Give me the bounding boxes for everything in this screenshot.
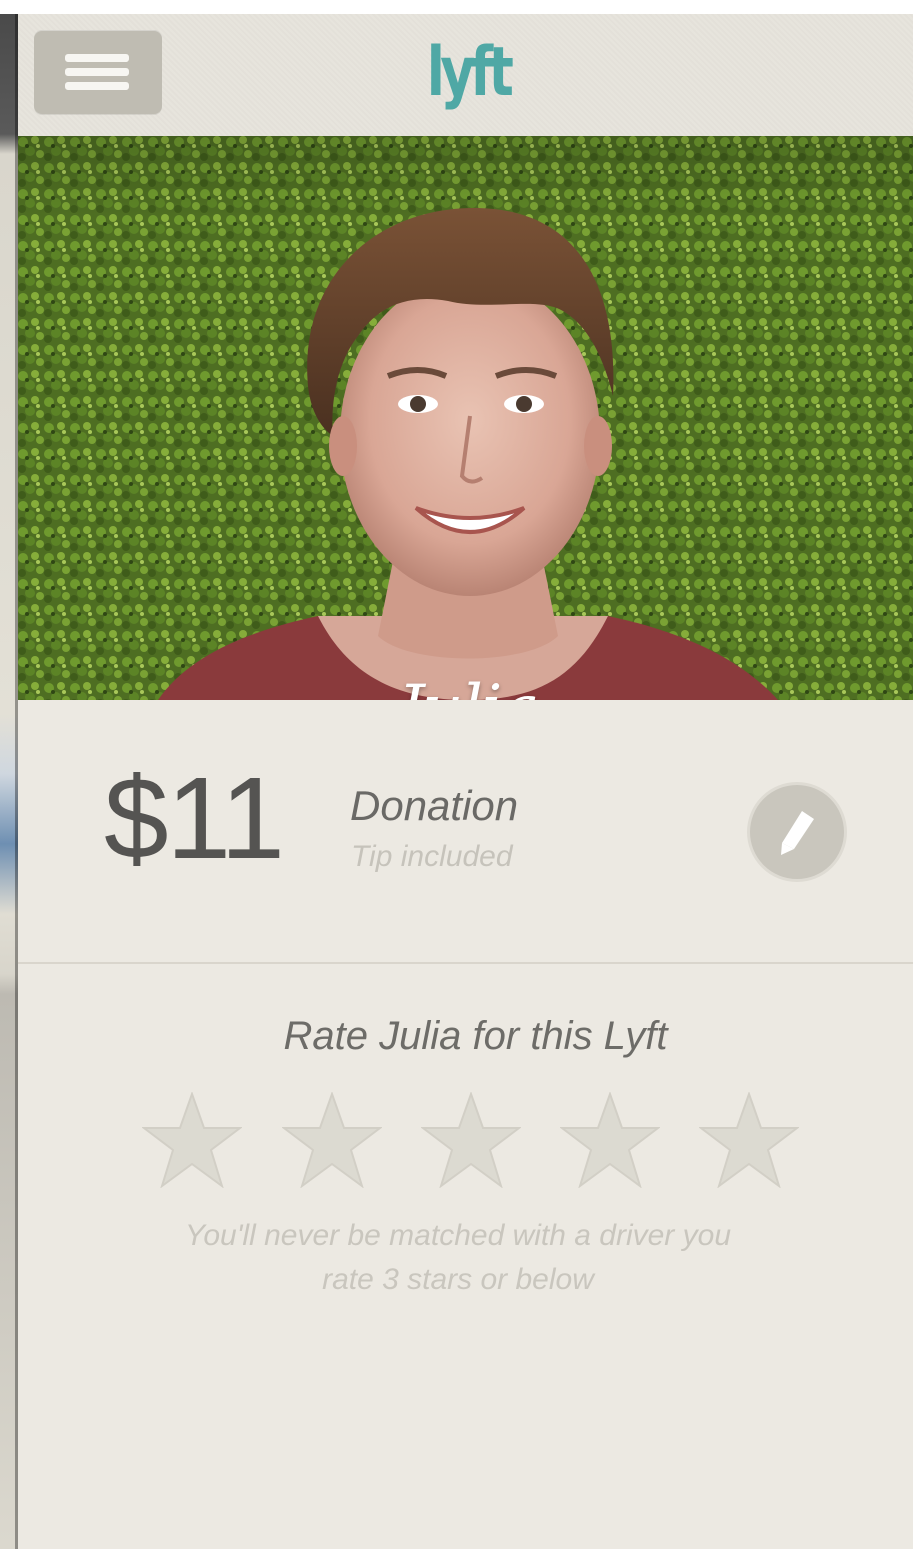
fare-type-label: Donation bbox=[350, 782, 519, 829]
edit-fare-button[interactable] bbox=[747, 782, 847, 882]
fare-note: Tip included bbox=[351, 840, 513, 873]
rating-note-line-2: rate 3 stars or below bbox=[322, 1263, 594, 1296]
rating-note: You'll never be matched with a driver yo… bbox=[118, 1214, 798, 1302]
hamburger-icon-bar bbox=[65, 82, 129, 90]
driver-photo-image bbox=[18, 136, 913, 700]
fare-row: $11 Donation Tip included bbox=[18, 700, 913, 964]
pencil-icon bbox=[781, 811, 814, 855]
app-header: lyft bbox=[18, 14, 913, 137]
hamburger-icon bbox=[65, 54, 129, 62]
star-1-icon[interactable] bbox=[142, 1092, 242, 1188]
driver-photo: Julia bbox=[18, 136, 913, 700]
star-5-icon[interactable] bbox=[699, 1092, 799, 1188]
lyft-logo: lyft bbox=[426, 33, 514, 112]
fare-amount: $11 bbox=[104, 753, 285, 883]
menu-button[interactable] bbox=[34, 30, 162, 114]
background-map-strip bbox=[0, 14, 18, 1549]
rating-title: Rate Julia for this Lyft bbox=[283, 1014, 668, 1058]
star-2-icon[interactable] bbox=[282, 1092, 382, 1188]
driver-name: Julia bbox=[318, 672, 618, 700]
star-rating bbox=[142, 1092, 812, 1192]
ride-summary-panel: lyft $11 Donation Tip included Rate Juli… bbox=[18, 14, 913, 1549]
star-4-icon[interactable] bbox=[560, 1092, 660, 1188]
star-3-icon[interactable] bbox=[421, 1092, 521, 1188]
rating-note-line-1: You'll never be matched with a driver yo… bbox=[184, 1219, 732, 1252]
hamburger-icon-bar bbox=[65, 68, 129, 76]
